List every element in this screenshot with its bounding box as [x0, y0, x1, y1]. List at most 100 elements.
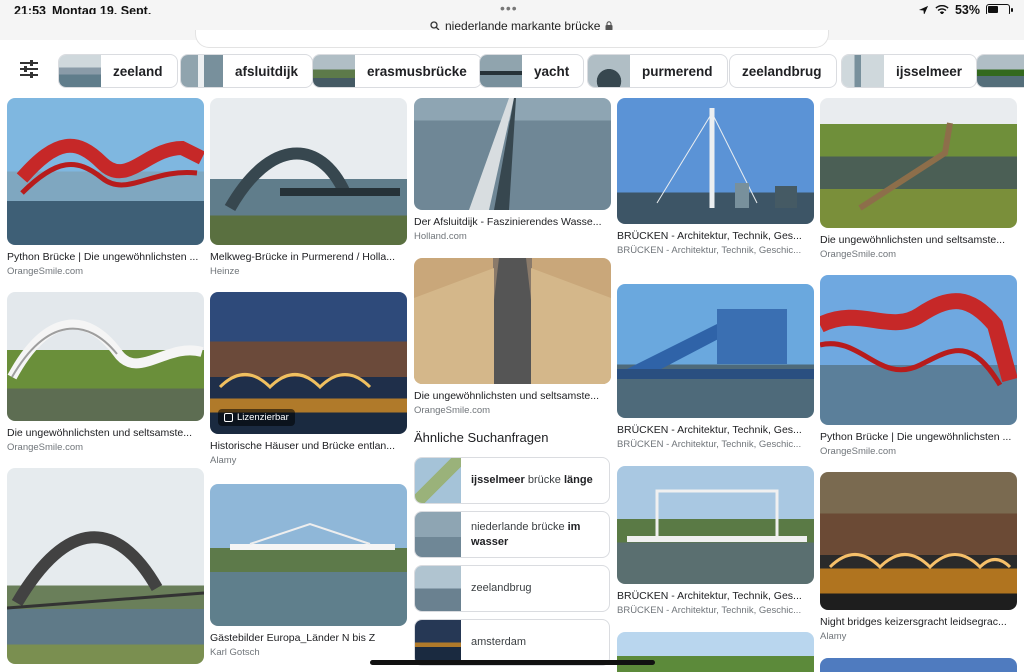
result-image: [7, 292, 204, 421]
result-title: BRÜCKEN - Architektur, Technik, Ges...: [617, 590, 802, 602]
result-title: Die ungewöhnlichsten und seltsamste...: [820, 234, 1006, 246]
chip-zeelandbrug[interactable]: zeelandbrug: [729, 54, 837, 88]
image-result[interactable]: Python Brücke | Die ungewöhnlichsten ...…: [7, 98, 204, 277]
result-source: Heinze: [210, 266, 240, 277]
result-image: Lizenzierbar: [210, 292, 407, 434]
related-text: zeelandbrug: [471, 582, 532, 594]
result-title: Der Afsluitdijk - Faszinierendes Wasse..…: [414, 216, 602, 228]
related-search-amsterdam[interactable]: amsterdam: [414, 619, 610, 666]
chip-purmerend[interactable]: purmerend: [587, 54, 728, 88]
result-image: [617, 284, 814, 418]
result-image: [820, 275, 1017, 425]
result-source: Alamy: [820, 631, 847, 642]
chip-thumbnail: [842, 55, 884, 87]
chip-label: ijsselmeer: [896, 63, 963, 79]
image-result[interactable]: Python Brücke | Die ungewöhnlichsten ...…: [820, 275, 1017, 457]
chip-label: erasmusbrücke: [367, 63, 467, 79]
image-icon: [224, 413, 233, 422]
result-source: OrangeSmile.com: [414, 405, 491, 416]
chip-thumbnail: [977, 55, 1024, 87]
chip-ijsselmeer[interactable]: ijsselmeer: [841, 54, 978, 88]
result-source: BRÜCKEN - Architektur, Technik, Geschic.…: [617, 439, 802, 450]
image-result[interactable]: [820, 658, 1017, 672]
related-text: ijsselmeer brücke länge: [471, 474, 593, 486]
result-image: [7, 468, 204, 664]
related-thumbnail: [415, 620, 461, 665]
result-source: Karl Gotsch: [210, 647, 260, 658]
image-result[interactable]: [7, 468, 204, 664]
result-source: BRÜCKEN - Architektur, Technik, Geschic.…: [617, 605, 802, 616]
result-source: OrangeSmile.com: [7, 442, 84, 453]
chip-thumbnail: [480, 55, 522, 87]
result-title: Python Brücke | Die ungewöhnlichsten ...: [7, 251, 199, 263]
image-result[interactable]: Night bridges keizersgracht leidsegrac..…: [820, 472, 1017, 642]
result-title: Die ungewöhnlichsten und seltsamste...: [7, 427, 193, 439]
result-image: [7, 98, 204, 245]
chip-thumbnail: [59, 55, 101, 87]
result-image: [617, 466, 814, 584]
chip-thumbnail: [588, 55, 630, 87]
chip-zeeland[interactable]: zeeland: [58, 54, 178, 88]
related-search-im-wasser[interactable]: niederlande brücke im wasser: [414, 511, 610, 558]
image-result[interactable]: [617, 632, 814, 672]
result-source: OrangeSmile.com: [820, 249, 897, 260]
chip-label: zeelandbrug: [742, 63, 822, 79]
result-image: [820, 472, 1017, 610]
chip-thumbnail: [313, 55, 355, 87]
chip-label: zeeland: [113, 63, 163, 79]
license-badge: Lizenzierbar: [218, 409, 295, 426]
related-thumbnail: [415, 512, 461, 557]
result-image: [414, 258, 611, 384]
related-search-ijsselmeer[interactable]: ijsselmeer brücke länge: [414, 457, 610, 504]
result-title: Historische Häuser und Brücke entlan...: [210, 440, 396, 452]
chip-label: purmerend: [642, 63, 713, 79]
search-box[interactable]: [195, 30, 829, 48]
result-title: BRÜCKEN - Architektur, Technik, Ges...: [617, 230, 802, 242]
image-result[interactable]: Die ungewöhnlichsten und seltsamste... O…: [7, 292, 204, 453]
image-result[interactable]: Gästebilder Europa_Länder N bis Z Karl G…: [210, 484, 407, 658]
suggestion-chips: zeeland afsluitdijk erasmusbrücke yacht …: [0, 48, 1024, 92]
result-image: [617, 98, 814, 224]
chip-thumbnail: [181, 55, 223, 87]
result-title: Die ungewöhnlichsten und seltsamste...: [414, 390, 600, 402]
result-image: [820, 658, 1017, 672]
chip-afsluitdijk[interactable]: afsluitdijk: [180, 54, 314, 88]
chip-yacht[interactable]: yacht: [479, 54, 585, 88]
result-title: Night bridges keizersgracht leidsegrac..…: [820, 616, 1007, 628]
image-result[interactable]: Melkweg-Brücke in Purmerend / Holla... H…: [210, 98, 407, 277]
badge-label: Lizenzierbar: [237, 412, 289, 423]
result-source: BRÜCKEN - Architektur, Technik, Geschic.…: [617, 245, 802, 256]
result-title: Gästebilder Europa_Länder N bis Z: [210, 632, 376, 644]
home-indicator[interactable]: [370, 660, 655, 665]
image-result[interactable]: Der Afsluitdijk - Faszinierendes Wasse..…: [414, 98, 611, 242]
related-text: niederlande brücke im wasser: [471, 520, 581, 548]
related-searches-heading: Ähnliche Suchanfragen: [414, 430, 549, 445]
result-source: Holland.com: [414, 231, 467, 242]
result-source: OrangeSmile.com: [7, 266, 84, 277]
chip-label: afsluitdijk: [235, 63, 299, 79]
result-image: [414, 98, 611, 210]
related-search-zeelandbrug[interactable]: zeelandbrug: [414, 565, 610, 612]
image-result[interactable]: BRÜCKEN - Architektur, Technik, Ges... B…: [617, 98, 814, 256]
filter-sliders-icon[interactable]: [18, 58, 40, 80]
result-image: [617, 632, 814, 672]
result-title: BRÜCKEN - Architektur, Technik, Ges...: [617, 424, 802, 436]
result-source: Alamy: [210, 455, 237, 466]
related-thumbnail: [415, 458, 461, 503]
related-thumbnail: [415, 566, 461, 611]
result-title: Python Brücke | Die ungewöhnlichsten ...: [820, 431, 1012, 443]
result-image: [820, 98, 1017, 228]
result-title: Melkweg-Brücke in Purmerend / Holla...: [210, 251, 395, 263]
image-result[interactable]: BRÜCKEN - Architektur, Technik, Ges... B…: [617, 466, 814, 616]
image-result[interactable]: BRÜCKEN - Architektur, Technik, Ges... B…: [617, 284, 814, 450]
related-text: amsterdam: [471, 636, 527, 648]
image-result[interactable]: Die ungewöhnlichsten und seltsamste... O…: [414, 258, 611, 416]
chip-partial[interactable]: [976, 54, 1024, 88]
image-result[interactable]: Lizenzierbar Historische Häuser und Brüc…: [210, 292, 407, 466]
chip-erasmusbruecke[interactable]: erasmusbrücke: [312, 54, 482, 88]
result-source: OrangeSmile.com: [820, 446, 897, 457]
image-result[interactable]: Die ungewöhnlichsten und seltsamste... O…: [820, 98, 1017, 260]
result-image: [210, 98, 407, 245]
result-image: [210, 484, 407, 626]
chip-label: yacht: [534, 63, 570, 79]
